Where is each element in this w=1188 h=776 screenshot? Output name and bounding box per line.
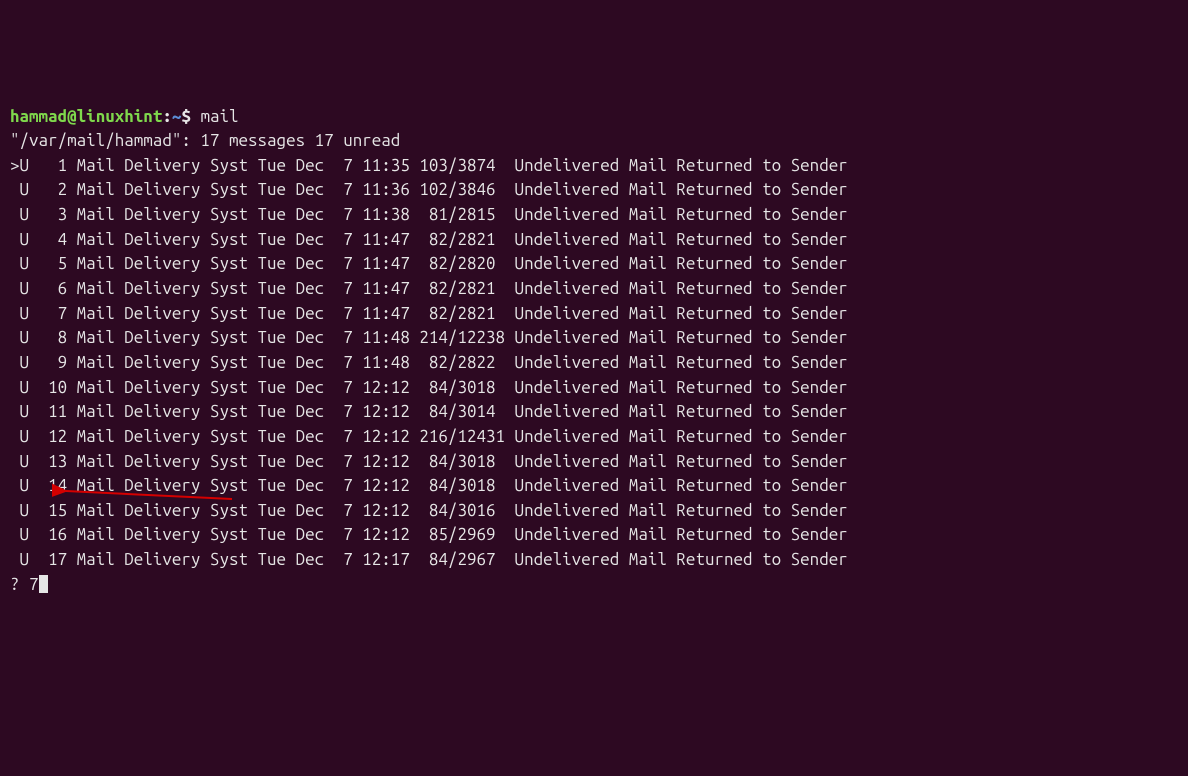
mailbox-header: "/var/mail/hammad": 17 messages 17 unrea…	[10, 131, 400, 150]
mail-input-line[interactable]: ? 7	[10, 575, 48, 594]
prompt-user: hammad	[10, 107, 67, 126]
text-cursor	[39, 575, 48, 593]
terminal[interactable]: hammad@linuxhint:~$ mail "/var/mail/hamm…	[10, 105, 1178, 598]
prompt-line: hammad@linuxhint:~$ mail	[10, 107, 239, 126]
prompt-tilde: ~	[172, 107, 182, 126]
mail-input-value: 7	[29, 575, 39, 594]
typed-command: mail	[200, 107, 238, 126]
prompt-host: linuxhint	[77, 107, 163, 126]
prompt-colon: :	[162, 107, 172, 126]
prompt-at: @	[67, 107, 77, 126]
prompt-dollar: $	[181, 107, 191, 126]
message-list: >U 1 Mail Delivery Syst Tue Dec 7 11:35 …	[10, 156, 848, 569]
mail-input-prompt: ?	[10, 575, 29, 594]
